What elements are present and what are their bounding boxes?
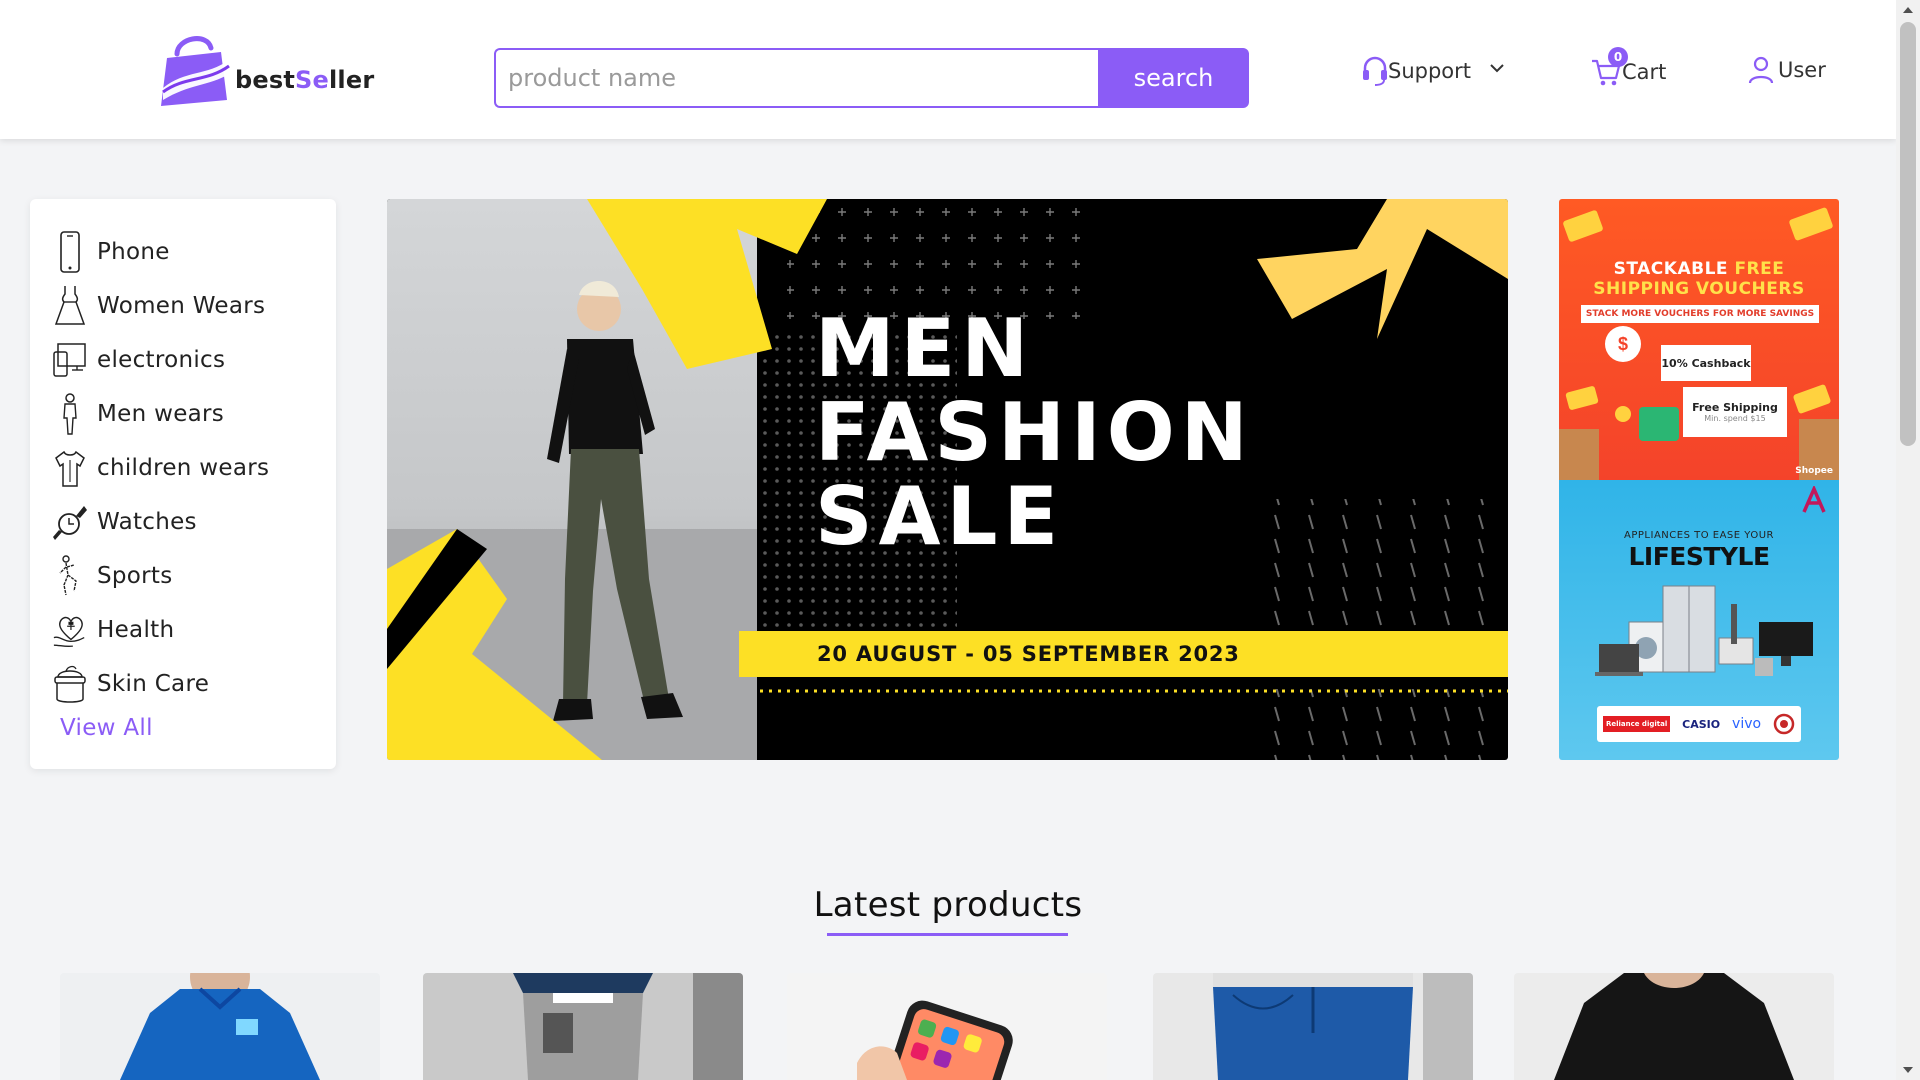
dress-icon (52, 284, 88, 328)
sports-icon (52, 554, 88, 598)
ad-shipping-vouchers[interactable]: $ STACKABLE FREE SHIPPING VOUCHERS STACK… (1559, 199, 1839, 480)
brand-a-logo-icon (1802, 486, 1826, 513)
search-input[interactable] (494, 48, 1098, 108)
user-icon (1748, 56, 1774, 84)
shirt-icon (52, 446, 88, 490)
user-menu[interactable]: User (1748, 56, 1826, 84)
category-label: Women Wears (97, 293, 266, 319)
category-item-skin-care[interactable]: Skin Care (30, 657, 336, 711)
logo-reliance: Reliance digital (1602, 716, 1671, 732)
category-label: Health (97, 617, 175, 643)
top-header: bestSeller search Support 0 Cart (0, 0, 1896, 139)
scroll-up-arrow-icon[interactable] (1903, 7, 1913, 13)
page-scrollbar[interactable] (1896, 0, 1920, 1080)
category-label: Skin Care (97, 671, 210, 697)
search-button[interactable]: search (1098, 48, 1249, 108)
category-item-children-wears[interactable]: children wears (30, 441, 336, 495)
hero-banner[interactable]: MEN FASHION SALE 20 AUGUST - 05 SEPTEMBE… (387, 199, 1508, 760)
category-item-phone[interactable]: Phone (30, 225, 336, 279)
product-image-smartphone (857, 1000, 1013, 1080)
product-image-cargo-pants (513, 973, 743, 1080)
category-label: Watches (97, 509, 197, 535)
chevron-down-icon (1490, 64, 1504, 73)
ad-brand-shopee: Shopee (1795, 466, 1833, 476)
ad-card-cashback: 10% Cashback (1661, 345, 1751, 381)
ad-partner-logos: Reliance digital CASIO vivo (1597, 706, 1801, 742)
man-icon (52, 392, 88, 436)
brand-name: bestSeller (235, 66, 375, 94)
cart-label: Cart (1622, 60, 1667, 84)
category-item-health[interactable]: Health (30, 603, 336, 657)
cream-jar-icon (52, 662, 88, 706)
phone-icon (52, 230, 88, 274)
logo-casio: CASIO (1682, 717, 1721, 731)
cart-count-badge: 0 (1608, 47, 1628, 67)
appliances-image (1595, 585, 1813, 676)
product-card-black-tshirt[interactable] (1514, 973, 1834, 1080)
product-card-cargo-pants[interactable] (423, 973, 743, 1080)
category-label: Men wears (97, 401, 225, 427)
target-logo-icon (1773, 713, 1795, 735)
support-label: Support (1388, 59, 1472, 83)
title-underline (827, 933, 1068, 936)
category-item-women-wears[interactable]: Women Wears (30, 279, 336, 333)
ad-card-free-shipping: Free Shipping Min. spend $15 (1683, 387, 1787, 437)
ad-top-title: STACKABLE FREE SHIPPING VOUCHERS (1593, 259, 1805, 299)
product-image-black-tshirt (1554, 973, 1794, 1080)
ad-lifestyle-title: LIFESTYLE (1628, 542, 1770, 571)
shopping-bag-logo-icon (161, 36, 230, 106)
scroll-thumb[interactable] (1900, 22, 1916, 446)
category-label: children wears (97, 455, 270, 481)
category-item-electronics[interactable]: electronics (30, 333, 336, 387)
search-bar: search (494, 48, 1249, 108)
latest-products-title: Latest products (813, 885, 1083, 925)
svg-text:$: $ (1618, 334, 1628, 354)
sale-date: 20 AUGUST - 05 SEPTEMBER 2023 (817, 642, 1240, 666)
product-image-jeans (1213, 973, 1473, 1080)
electronics-icon (52, 338, 88, 382)
view-all-link[interactable]: View All (60, 715, 336, 741)
scroll-down-arrow-icon[interactable] (1903, 1067, 1913, 1073)
category-label: Phone (97, 239, 170, 265)
product-card-jeans[interactable] (1153, 973, 1473, 1080)
hero-title: MEN FASHION SALE (815, 302, 1254, 563)
category-label: electronics (97, 347, 226, 373)
ad-lifestyle-appliances[interactable]: APPLIANCES TO EASE YOUR LIFESTYLE Relian… (1559, 480, 1839, 760)
product-card-smartphone[interactable] (787, 973, 1107, 1080)
category-item-men-wears[interactable]: Men wears (30, 387, 336, 441)
cart-icon-wrap: 0 (1590, 47, 1628, 88)
logo-vivo: vivo (1732, 716, 1762, 732)
headset-icon (1363, 56, 1387, 86)
category-sidebar: Phone Women Wears electronics Men wears … (30, 199, 336, 769)
ad-lifestyle-subtitle: APPLIANCES TO EASE YOUR (1624, 530, 1774, 541)
cart-link[interactable]: 0 Cart (1590, 47, 1667, 88)
category-item-sports[interactable]: Sports (30, 549, 336, 603)
product-card-blue-polo[interactable] (60, 973, 380, 1080)
support-menu[interactable]: Support (1362, 56, 1507, 86)
category-label: Sports (97, 563, 173, 589)
category-item-watches[interactable]: Watches (30, 495, 336, 549)
voucher-ticket-shapes: $ (1559, 207, 1839, 480)
product-image-polo-shirt (120, 973, 320, 1080)
health-icon (52, 608, 88, 652)
ad-top-subtitle: STACK MORE VOUCHERS FOR MORE SAVINGS (1581, 305, 1819, 323)
user-label: User (1778, 58, 1826, 82)
brand-logo[interactable]: bestSeller (155, 30, 374, 106)
watch-icon (52, 500, 88, 544)
